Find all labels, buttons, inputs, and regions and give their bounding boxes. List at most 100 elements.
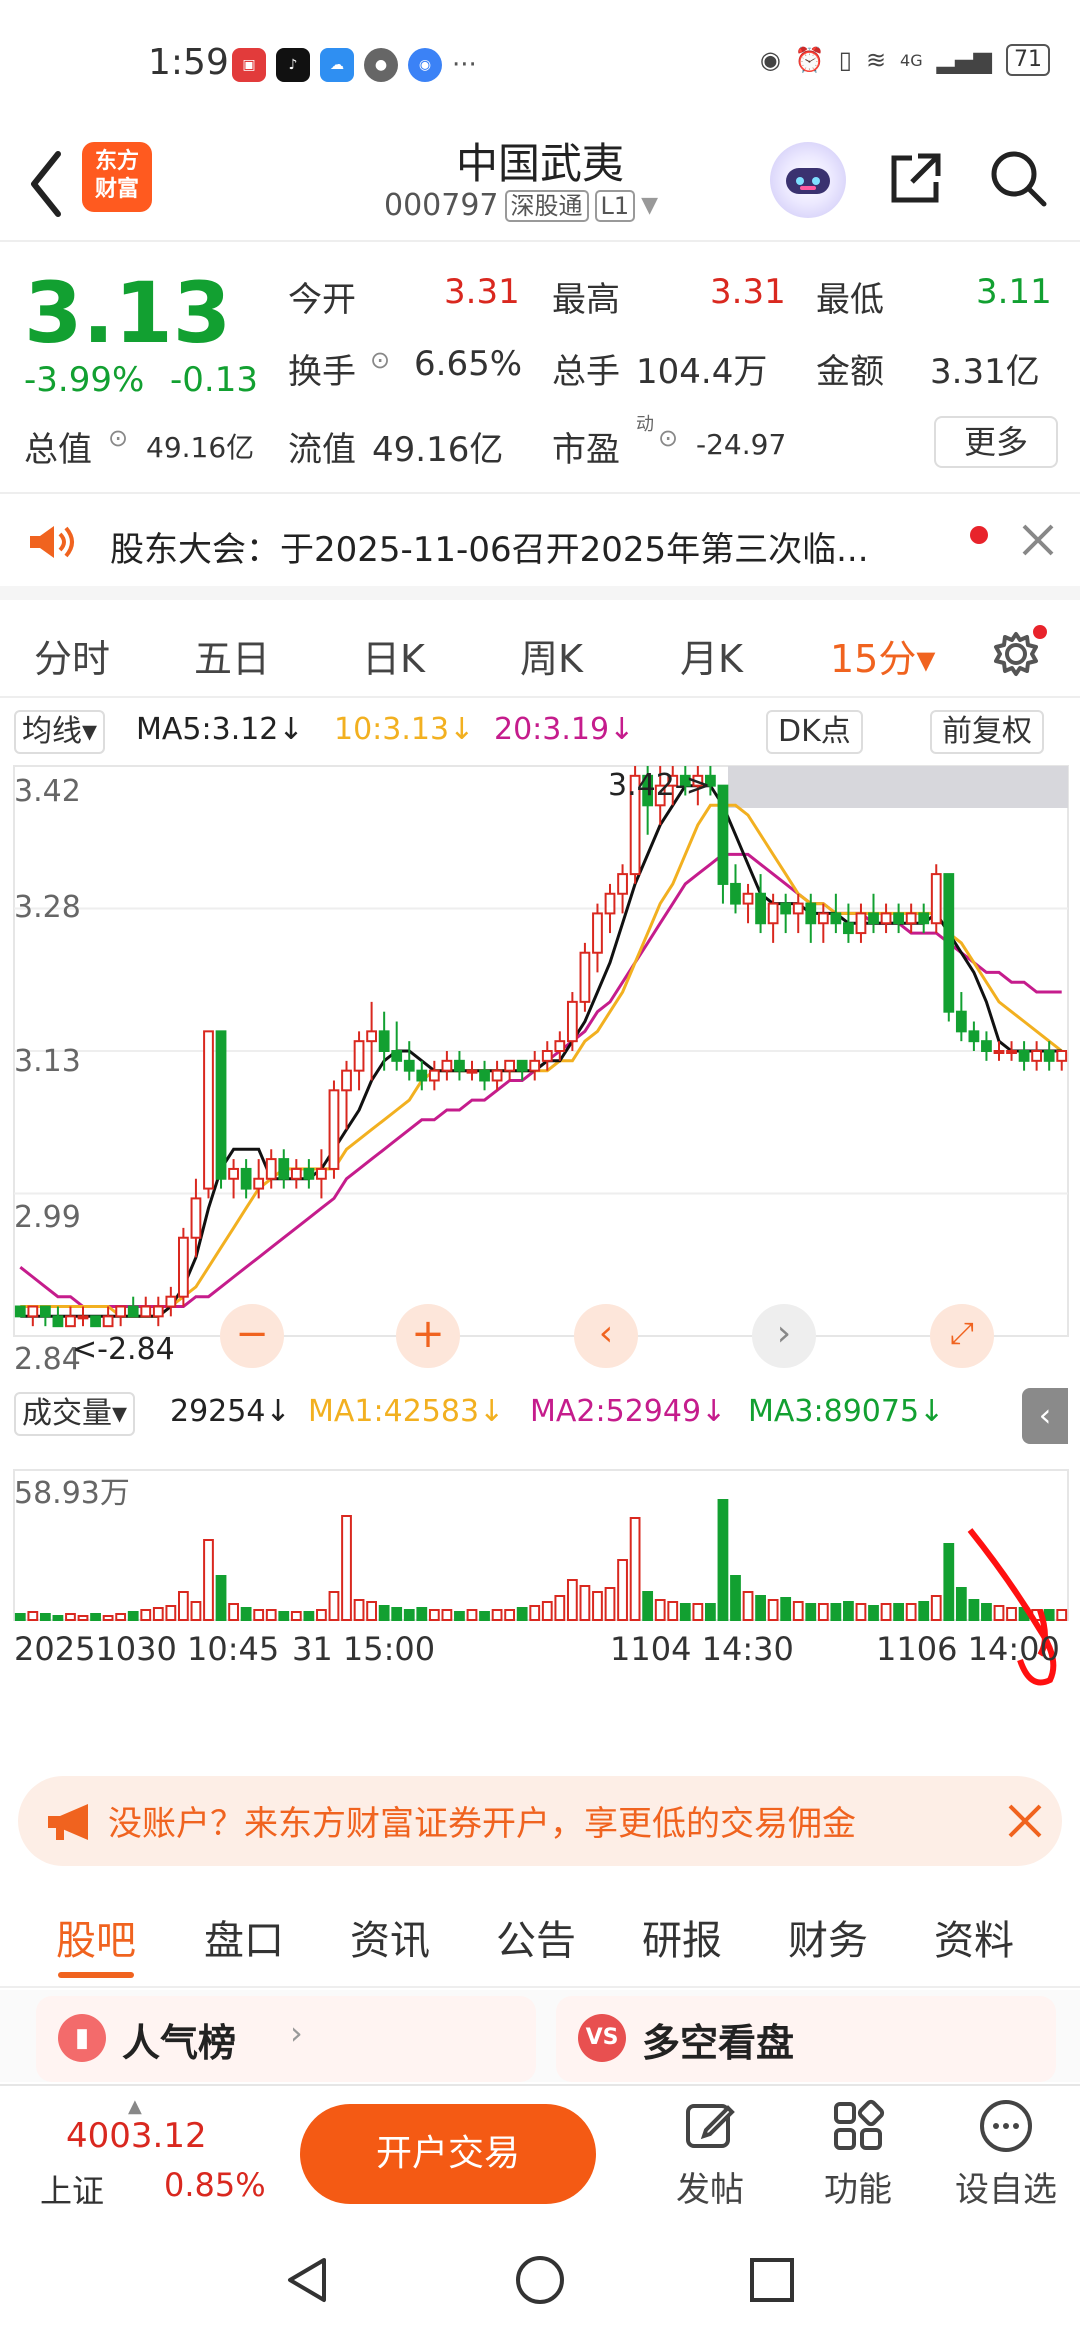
candle-body bbox=[617, 873, 628, 895]
candle-body bbox=[416, 1069, 428, 1082]
volume-bar bbox=[102, 1615, 114, 1621]
more-button[interactable]: 更多 bbox=[934, 416, 1058, 468]
time-axis-label: 20251030 10:45 bbox=[14, 1630, 280, 1668]
volume-bar bbox=[679, 1603, 691, 1621]
tab-profile[interactable]: 资料 bbox=[934, 1908, 1014, 1966]
volume-bar bbox=[491, 1609, 503, 1621]
candle-body bbox=[215, 1030, 227, 1180]
close-icon[interactable] bbox=[1004, 1800, 1046, 1842]
vol-ma1-readout: MA1:42583↓ bbox=[308, 1394, 505, 1429]
candle-body bbox=[190, 1197, 202, 1239]
volume-bar bbox=[341, 1515, 352, 1621]
candle-body bbox=[240, 1167, 252, 1190]
level-tag: L1 bbox=[594, 189, 636, 222]
volume-label: 总手 bbox=[552, 352, 620, 392]
ma-selector[interactable]: 均线▾ bbox=[14, 710, 106, 754]
nav-back-icon[interactable] bbox=[282, 2254, 334, 2306]
function-label: 功能 bbox=[824, 2170, 892, 2210]
tab-news[interactable]: 资讯 bbox=[350, 1908, 430, 1966]
tab-monthly-k[interactable]: 月K bbox=[680, 628, 743, 683]
candle-body bbox=[428, 1069, 440, 1082]
search-icon[interactable] bbox=[986, 146, 1050, 210]
zoom-in-button[interactable]: + bbox=[396, 1304, 460, 1368]
candle-body bbox=[27, 1305, 39, 1318]
volume-bar bbox=[893, 1603, 904, 1621]
tab-pankou[interactable]: 盘口 bbox=[204, 1908, 284, 1966]
volume-bar bbox=[140, 1609, 152, 1621]
adjust-button[interactable]: 前复权 bbox=[930, 710, 1044, 754]
high-label: 最高 bbox=[552, 280, 620, 320]
post-button[interactable]: 发帖 bbox=[650, 2096, 770, 2211]
candle-body bbox=[805, 902, 817, 925]
info-icon[interactable]: ⊙ bbox=[658, 424, 678, 452]
volume-bar bbox=[604, 1587, 616, 1621]
tab-guba[interactable]: 股吧 bbox=[56, 1908, 136, 1966]
popularity-card[interactable]: ▮ 人气榜 › bbox=[36, 1996, 536, 2082]
tab-finance[interactable]: 财务 bbox=[788, 1908, 868, 1966]
candle-body bbox=[780, 902, 792, 915]
candle-body bbox=[868, 912, 879, 925]
volume-bar bbox=[27, 1611, 39, 1621]
share-icon[interactable] bbox=[884, 146, 948, 210]
function-button[interactable]: 功能 bbox=[798, 2096, 918, 2211]
collapse-chevron-icon[interactable]: ‹ bbox=[1022, 1388, 1068, 1444]
settings-gear-icon[interactable] bbox=[988, 622, 1048, 682]
status-bar: 1:59 ▣ ♪ ☁ ● ◉ ··· ◉ ⏰ ▯ ≋ 4G ▂▄▆ 71 bbox=[0, 0, 1080, 130]
chevron-left-icon[interactable]: ‹ bbox=[574, 1304, 638, 1368]
tab-announcements[interactable]: 公告 bbox=[496, 1908, 576, 1966]
volume-bar bbox=[730, 1575, 741, 1621]
volume-bar bbox=[428, 1609, 440, 1621]
open-label: 今开 bbox=[288, 280, 356, 320]
candle-body bbox=[140, 1305, 152, 1318]
price-axis-label: 3.13 bbox=[14, 1044, 81, 1079]
kline-chart-area[interactable]: 均线▾ MA5:3.12↓ 10:3.13↓ 20:3.19↓ DK点 前复权 … bbox=[0, 700, 1080, 1710]
price-axis-label: 3.28 bbox=[14, 890, 81, 925]
candle-body bbox=[165, 1295, 177, 1308]
open-account-banner[interactable]: 没账户？来东方财富证券开户，享更低的交易佣金 bbox=[18, 1776, 1062, 1866]
tab-research[interactable]: 研报 bbox=[642, 1908, 722, 1966]
volume-readout: 29254↓ bbox=[170, 1394, 291, 1429]
volume-selector[interactable]: 成交量▾ bbox=[14, 1392, 136, 1436]
browser-app-icon: ◉ bbox=[408, 48, 442, 82]
notice-bar[interactable]: 股东大会：于2025-11-06召开2025年第三次临... bbox=[0, 496, 1080, 600]
volume-bar bbox=[993, 1605, 1005, 1621]
fullscreen-icon[interactable]: ⤢ bbox=[930, 1304, 994, 1368]
volume-bar bbox=[717, 1499, 729, 1621]
volume-bar bbox=[240, 1607, 252, 1621]
candle-body bbox=[955, 1010, 967, 1033]
high-value: 3.31 bbox=[710, 272, 786, 312]
volume-bar bbox=[805, 1603, 817, 1621]
tab-daily-k[interactable]: 日K bbox=[362, 628, 425, 683]
volume-bar bbox=[454, 1611, 465, 1621]
info-icon[interactable]: ⊙ bbox=[370, 346, 390, 374]
volume-bar bbox=[792, 1601, 804, 1621]
candle-body bbox=[993, 1050, 1005, 1054]
kline-chart[interactable] bbox=[0, 700, 1080, 1710]
nav-recents-icon[interactable] bbox=[746, 2254, 798, 2306]
volume-bar bbox=[479, 1611, 490, 1621]
total-mv-label: 总值 bbox=[24, 430, 92, 470]
volume-bar bbox=[692, 1603, 704, 1621]
tab-five-day[interactable]: 五日 bbox=[194, 628, 270, 683]
volume-bar bbox=[843, 1601, 854, 1621]
dk-point-button[interactable]: DK点 bbox=[766, 710, 863, 754]
tab-15min[interactable]: 15分▾ bbox=[830, 628, 935, 683]
long-short-card[interactable]: VS 多空看盘 bbox=[556, 1996, 1056, 2082]
candle-body bbox=[65, 1315, 76, 1328]
open-account-trade-button[interactable]: 开户交易 bbox=[300, 2104, 596, 2204]
chevron-right-icon[interactable]: › bbox=[752, 1304, 816, 1368]
zoom-out-button[interactable]: − bbox=[220, 1304, 284, 1368]
candle-body bbox=[755, 892, 766, 925]
volume-bar bbox=[328, 1591, 340, 1621]
add-watchlist-button[interactable]: 设自选 bbox=[946, 2096, 1066, 2211]
candle-body bbox=[391, 1050, 403, 1062]
turnover-value: 6.65% bbox=[414, 344, 523, 384]
volume-bar bbox=[77, 1615, 89, 1621]
close-icon[interactable] bbox=[1016, 518, 1060, 562]
tab-intraday[interactable]: 分时 bbox=[34, 628, 110, 683]
info-icon[interactable]: ⊙ bbox=[108, 424, 128, 452]
tab-weekly-k[interactable]: 周K bbox=[520, 628, 583, 683]
stock-code-row[interactable]: 000797 深股通 L1 ▼ bbox=[384, 188, 658, 223]
ai-assistant-icon[interactable] bbox=[770, 142, 846, 218]
nav-home-icon[interactable] bbox=[514, 2254, 566, 2306]
